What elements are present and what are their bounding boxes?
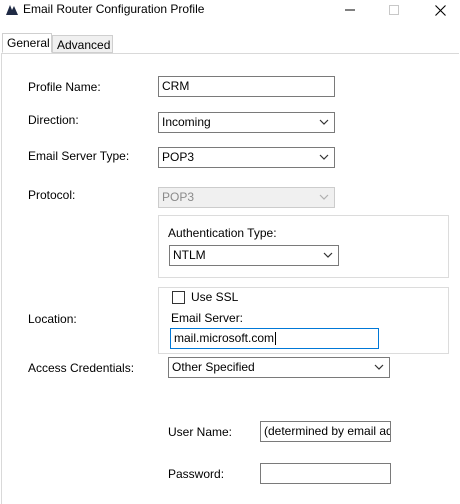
text-cursor [275, 332, 277, 346]
chevron-down-icon [319, 194, 329, 200]
email-server-type-select[interactable]: POP3 [158, 147, 335, 168]
direction-select-value: Incoming [162, 115, 211, 129]
user-name-label: User Name: [168, 425, 233, 439]
use-ssl-label: Use SSL [191, 290, 239, 304]
tab-advanced[interactable]: Advanced [52, 35, 113, 53]
user-name-input[interactable]: (determined by email address) [260, 421, 391, 442]
chevron-down-icon [323, 252, 333, 258]
email-server-label: Email Server: [171, 311, 244, 325]
email-server-value: mail.microsoft.com [174, 331, 275, 345]
protocol-label: Protocol: [28, 188, 76, 202]
authentication-type-select[interactable]: NTLM [169, 245, 339, 266]
chevron-down-icon [374, 364, 384, 370]
access-credentials-label: Access Credentials: [28, 361, 135, 375]
profile-name-input[interactable]: CRM [158, 76, 335, 97]
direction-label: Direction: [28, 113, 79, 127]
maximize-icon [389, 5, 399, 15]
chevron-down-icon [319, 119, 329, 125]
use-ssl-checkbox[interactable] [172, 291, 185, 304]
authentication-type-value: NTLM [173, 248, 206, 262]
password-label: Password: [168, 467, 225, 481]
access-credentials-select[interactable]: Other Specified [168, 357, 390, 378]
minimize-button[interactable] [334, 0, 366, 20]
direction-select[interactable]: Incoming [158, 112, 335, 133]
maximize-button[interactable] [378, 0, 410, 20]
dynamics-crm-icon [6, 5, 18, 15]
email-server-type-value: POP3 [162, 150, 195, 164]
email-server-type-label: Email Server Type: [28, 149, 130, 163]
location-label: Location: [28, 312, 77, 326]
tab-general[interactable]: General [2, 33, 52, 53]
close-icon [434, 4, 446, 16]
protocol-select-value: POP3 [162, 190, 195, 204]
profile-name-label: Profile Name: [28, 80, 101, 94]
protocol-select: POP3 [158, 187, 335, 208]
password-input[interactable] [260, 463, 391, 484]
access-credentials-value: Other Specified [172, 360, 255, 374]
window-title: Email Router Configuration Profile [23, 2, 205, 16]
authentication-type-label: Authentication Type: [168, 226, 277, 240]
title-bar: Email Router Configuration Profile [0, 0, 460, 22]
chevron-down-icon [319, 154, 329, 160]
minimize-icon [345, 9, 355, 11]
email-server-input[interactable]: mail.microsoft.com [170, 328, 379, 349]
close-button[interactable] [424, 0, 456, 20]
